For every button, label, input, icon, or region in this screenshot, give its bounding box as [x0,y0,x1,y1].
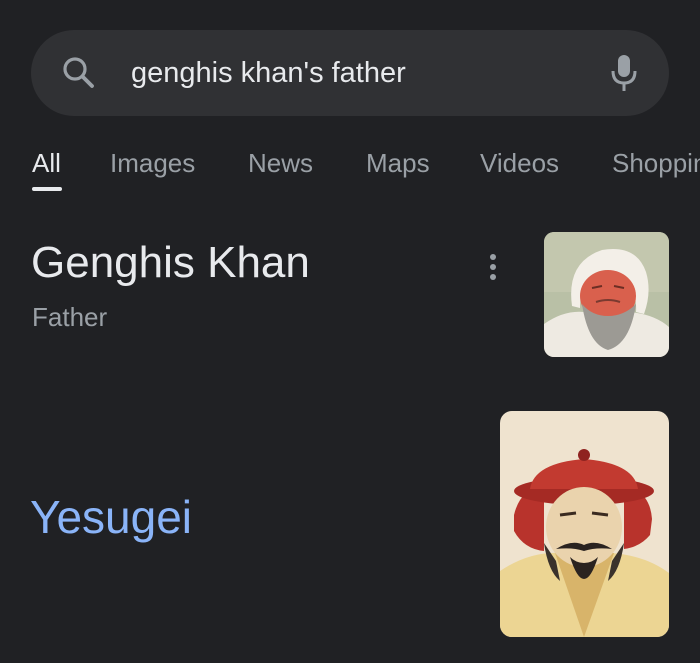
more-vert-icon[interactable] [484,252,502,284]
tab-videos[interactable]: Videos [480,148,559,179]
answer-result-link[interactable]: Yesugei [30,490,192,544]
microphone-icon[interactable] [609,53,639,93]
active-tab-indicator [32,187,62,191]
tab-all[interactable]: All [32,148,61,179]
tab-shopping[interactable]: Shopping [612,148,700,179]
tab-maps[interactable]: Maps [366,148,430,179]
entity-thumbnail[interactable] [544,232,669,357]
search-tabs: All Images News Maps Videos Shopping [0,140,700,196]
search-bar[interactable]: genghis khan's father [31,30,669,116]
tab-images[interactable]: Images [110,148,195,179]
search-results-page: genghis khan's father All Images News Ma… [0,0,700,663]
entity-attribute: Father [32,302,108,332]
tab-news[interactable]: News [248,148,313,179]
entity-title[interactable]: Genghis Khan [31,238,310,288]
result-thumbnail[interactable] [500,411,669,637]
search-input[interactable]: genghis khan's father [131,30,406,116]
search-icon[interactable] [58,52,100,94]
